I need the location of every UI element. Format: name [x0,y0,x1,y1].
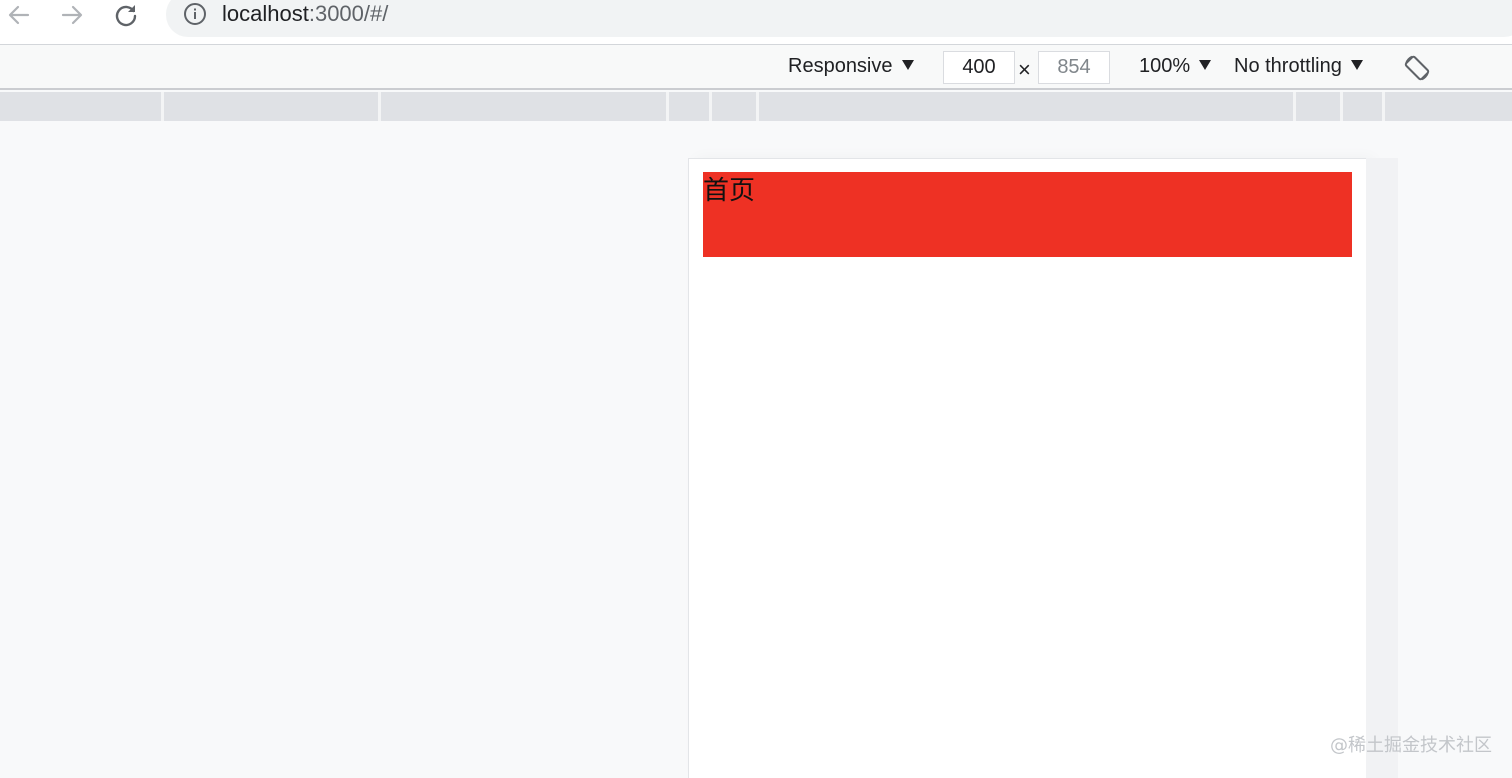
media-query-separator [161,92,164,121]
caret-down-icon [1199,60,1212,70]
caret-down-icon [901,60,914,70]
url-host: localhost [222,1,309,26]
rotate-device-icon[interactable] [1402,53,1432,83]
resize-handle[interactable] [1366,158,1398,778]
home-header: 首页 [703,172,1352,257]
device-toolbar: Responsive × 100% No throttling [0,45,1512,90]
page-title: 首页 [703,176,756,206]
media-query-separator [666,92,669,121]
width-input[interactable] [943,51,1015,84]
reload-icon [115,5,137,27]
media-query-separator [378,92,381,121]
reload-button[interactable] [108,0,144,30]
back-button[interactable] [1,0,37,30]
url-path: :3000/#/ [308,1,389,26]
media-query-separator [756,92,759,121]
media-query-bar[interactable] [0,92,1512,121]
arrow-right-icon [61,5,83,25]
zoom-label: 100% [1139,55,1191,77]
media-query-separator [1340,92,1343,121]
height-input[interactable] [1038,51,1110,84]
browser-toolbar: localhost:3000/#/ [0,0,1512,44]
device-mode-label: Responsive [788,55,893,77]
arrow-left-icon [8,5,30,25]
throttling-label: No throttling [1234,55,1342,77]
throttling-select[interactable]: No throttling [1234,45,1363,88]
watermark: @稀土掘金技术社区 [1330,735,1492,756]
media-query-separator [1382,92,1385,121]
info-circle-icon[interactable] [183,2,207,26]
url-text[interactable]: localhost:3000/#/ [222,0,388,30]
zoom-select[interactable]: 100% [1139,45,1212,88]
device-mode-select[interactable]: Responsive [788,45,914,88]
times-sign: × [1018,57,1031,82]
media-query-separator [709,92,712,121]
media-query-separator [1293,92,1296,121]
forward-button[interactable] [54,0,90,30]
caret-down-icon [1350,60,1363,70]
